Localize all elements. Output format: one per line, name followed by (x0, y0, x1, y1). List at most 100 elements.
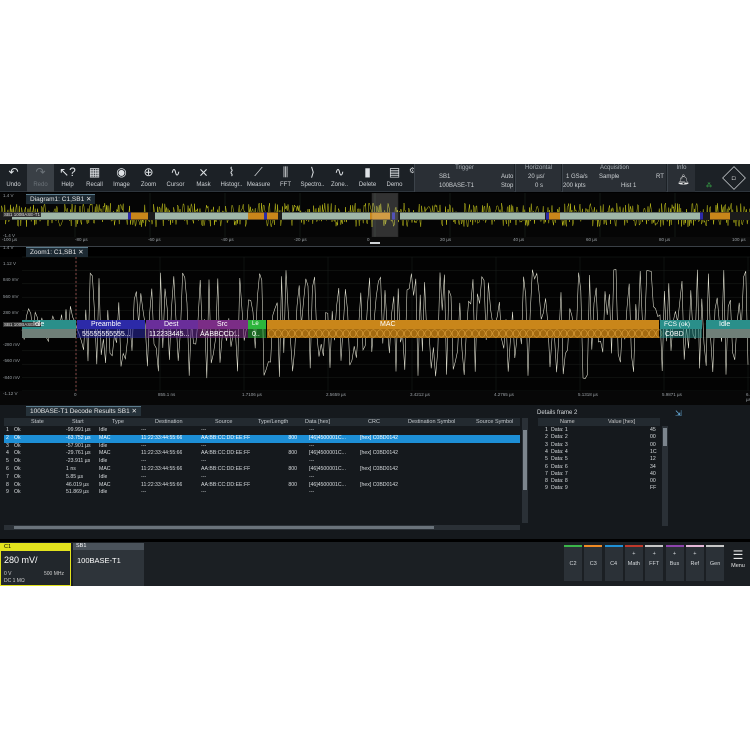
cell-dest: --- (141, 458, 147, 465)
toolbar-button-demo[interactable]: ▤ Demo (381, 164, 408, 192)
seg-fcs-label[interactable]: FCS (ok) (660, 320, 706, 329)
decode-column-header[interactable]: Destination (155, 418, 183, 426)
waveform-area[interactable]: Diagram1: C1,SB1 ✕ 1.4 V -1.4 V SB1 100B… (0, 193, 750, 412)
decode-column-header[interactable]: State (31, 418, 44, 426)
plus-icon: + (632, 551, 636, 557)
details-row[interactable]: 3 Data: 3 00 (540, 442, 660, 449)
diagram1-idle-seg (560, 212, 700, 220)
table-row[interactable]: 4 Ok -29.761 µs MAC 11:22:33:44:55:66 AA:BB:C… (4, 450, 520, 458)
toolbar-button-label: Redo (33, 182, 48, 188)
diagram1-xtick: 40 µs (513, 237, 525, 242)
cell-state: Ok (14, 458, 21, 465)
details-header: Name Value [hex] (538, 418, 660, 426)
decode-column-header[interactable]: Type/Length (258, 418, 288, 426)
toolbar-button-undo[interactable]: ↶ Undo (0, 164, 27, 192)
bottom-button-fft[interactable]: + FFT (645, 545, 664, 581)
table-row[interactable]: 1 Ok -99.991 µs Idle --- --- --- (4, 427, 520, 435)
seg-idle2-label[interactable]: Idle (715, 320, 749, 329)
table-row[interactable]: 8 Ok 46.019 µs MAC 11:22:33:44:55:66 AA:BB:CC… (4, 482, 520, 490)
decode-column-header[interactable]: Source (215, 418, 232, 426)
acquisition-panel[interactable]: Acquisition 1 GSa/s Sample RT 200 kpts H… (562, 164, 666, 192)
table-row[interactable]: 6 Ok 1 ns MAC 11:22:33:44:55:66 AA:BB:CC:DD:E… (4, 466, 520, 474)
horizontal-panel[interactable]: Horizontal 20 µs/ 0 s (515, 164, 561, 192)
details-value: FF (650, 485, 657, 492)
table-row[interactable]: 2 Ok -63.752 µs MAC 11:22:33:44:55:66 AA:BB:C… (4, 434, 520, 443)
toolbar-button-mask[interactable]: ⨯ Mask (190, 164, 217, 192)
export-icon[interactable]: ⇲ (675, 409, 682, 418)
decode-vscrollbar[interactable] (522, 418, 528, 523)
details-row[interactable]: 2 Data: 2 00 (540, 434, 660, 441)
table-row[interactable]: 5 Ok -23.911 µs Idle --- --- --- (4, 458, 520, 466)
waveform-svg[interactable] (0, 193, 750, 405)
toolbar-button-zoom[interactable]: ⊕ Zoom (135, 164, 162, 192)
close-icon[interactable]: ✕ (78, 249, 83, 256)
bottom-button-c3[interactable]: C3 (584, 545, 603, 581)
decode-column-header[interactable]: Source Symbol (476, 418, 513, 426)
resize-handle-icon[interactable] (370, 242, 380, 244)
menu-button[interactable]: ☰ Menu (727, 547, 749, 581)
close-icon[interactable]: ✕ (132, 408, 137, 415)
details-value: 45 (650, 427, 656, 433)
serial-bus-sb1-box[interactable]: SB1 100BASE-T1 (73, 543, 144, 586)
details-row[interactable]: 4 Data: 4 1C (540, 449, 660, 456)
toolbar-button-zone[interactable]: ∿ Zone.. (326, 164, 353, 192)
seg-preamble-label[interactable]: Preamble (87, 320, 147, 329)
seg-src-label[interactable]: Src (213, 320, 253, 329)
details-row[interactable]: 1 Data: 1 45 (540, 427, 660, 434)
tab-diagram1[interactable]: Diagram1: C1,SB1 ✕ (26, 194, 96, 204)
decode-column-header[interactable]: Data [hex] (305, 418, 330, 426)
table-row[interactable]: 3 Ok -57.901 µs Idle --- --- --- (4, 443, 520, 451)
decode-column-header[interactable]: CRC (368, 418, 380, 426)
decode-column-header[interactable]: Start (72, 418, 84, 426)
details-scrollbar[interactable] (662, 426, 668, 526)
toolbar-button-label: Spectro.. (300, 182, 325, 188)
horizontal-position: 0 s (535, 183, 544, 189)
seg-dest-label[interactable]: Dest (160, 320, 200, 329)
toolbar-button-image[interactable]: ◉ Image (108, 164, 135, 192)
bottom-button-ref[interactable]: + Ref (685, 545, 704, 581)
toolbar-button-help[interactable]: ↖? Help (54, 164, 81, 192)
toolbar-button-recall[interactable]: ▦ Recall (81, 164, 108, 192)
bottom-button-gen[interactable]: Gen (706, 545, 725, 581)
toolbar-button-measure[interactable]: ⟋ Measure (245, 164, 272, 192)
bottom-button-c2[interactable]: C2 (564, 545, 582, 581)
details-row[interactable]: 7 Data: 7 40 (540, 471, 660, 478)
details-idx: 2 (545, 434, 548, 441)
toolbar-button-cursor[interactable]: ∿ Cursor (162, 164, 189, 192)
zoom-region[interactable] (371, 193, 399, 238)
rs-logo-icon[interactable]: ◇ (722, 166, 746, 190)
details-row[interactable]: 5 Data: 5 12 (540, 456, 660, 463)
seg-idle1-label[interactable]: Idle (29, 320, 69, 329)
cell-idx: 1 (6, 427, 9, 433)
tab-zoom1[interactable]: Zoom1: C1,SB1 ✕ (26, 247, 88, 257)
bottom-button-math[interactable]: + Math (624, 545, 643, 581)
bottom-button-c4[interactable]: C4 (604, 545, 623, 581)
toolbar-button-redo[interactable]: ↷ Redo (27, 164, 54, 192)
decode-column-header[interactable]: Destination Symbol (408, 418, 455, 426)
tab-decode-results[interactable]: 100BASE-T1 Decode Results SB1 ✕ (26, 406, 141, 416)
signal-bar: C1 280 mV/ 0 V 500 MHz DC 1 MΩ SB1 100BA… (0, 542, 750, 586)
details-row[interactable]: 6 Data: 6 34 (540, 464, 660, 471)
toolbar-button-delete[interactable]: ▮ Delete (354, 164, 381, 192)
decode-hscrollbar[interactable] (4, 525, 520, 530)
trigger-panel[interactable]: Trigger SB1 Auto 100BASE-T1 Stop (414, 164, 514, 192)
seg-typelength-label[interactable]: Le (248, 320, 264, 329)
zoom-mac-seg[interactable] (267, 320, 659, 329)
trigger-state: Stop (501, 183, 514, 189)
table-row[interactable]: 9 Ok 51.869 µs Idle --- --- --- (4, 489, 520, 497)
toolbar-button-histogr[interactable]: ⌇ Histogr.. (218, 164, 245, 192)
seg-mac-label[interactable]: MAC (376, 320, 416, 329)
diagram1-xtick: -100 µs (2, 237, 18, 242)
bottom-button-bus[interactable]: + Bus (665, 545, 684, 581)
toolbar-button-fft[interactable]: ⫼ FFT (272, 164, 299, 192)
close-icon[interactable]: ✕ (86, 196, 91, 203)
toolbar-button-spectro[interactable]: ⟩ Spectro.. (299, 164, 326, 192)
cell-idx: 9 (6, 489, 9, 496)
channel-c1-box[interactable]: C1 280 mV/ 0 V 500 MHz DC 1 MΩ (0, 543, 71, 586)
decode-column-header[interactable]: Type (112, 418, 124, 426)
info-panel[interactable]: Info 🔔︎ (667, 164, 695, 192)
table-row[interactable]: 7 Ok 5.85 µs Idle --- --- --- (4, 474, 520, 482)
details-row[interactable]: 9 Data: 9 FF (540, 485, 660, 492)
plus-icon: + (652, 551, 656, 557)
details-row[interactable]: 8 Data: 8 00 (540, 478, 660, 485)
